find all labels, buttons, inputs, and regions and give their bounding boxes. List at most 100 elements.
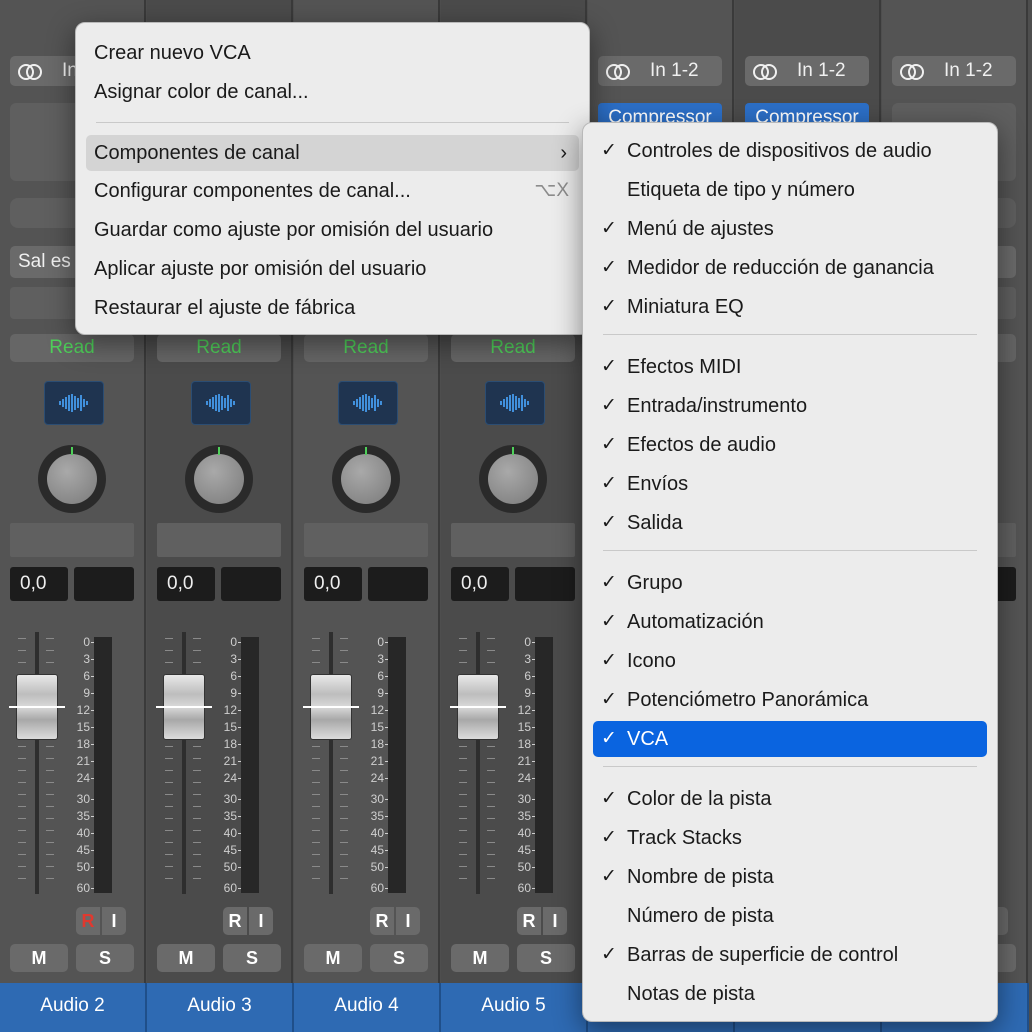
pan-knob[interactable] (479, 445, 547, 513)
waveform-icon[interactable] (191, 381, 251, 425)
automation-read-button[interactable]: Read (157, 334, 281, 362)
submenu-item[interactable]: ✓ Menú de ajustes (593, 211, 987, 247)
submenu-item[interactable]: ✓ Efectos MIDI (593, 349, 987, 385)
menu-item[interactable]: Asignar color de canal... (86, 74, 579, 110)
peak-readout[interactable] (221, 567, 281, 601)
pan-knob[interactable] (185, 445, 253, 513)
volume-readout[interactable]: 0,0 (304, 567, 362, 601)
track-name-label[interactable]: Audio 5 (441, 983, 588, 1032)
submenu-item[interactable]: ✓ Miniatura EQ (593, 289, 987, 325)
db-scale-mark: 35 (223, 809, 242, 823)
submenu-item[interactable]: ✓ Color de la pista (593, 781, 987, 817)
pan-knob[interactable] (38, 445, 106, 513)
mute-button[interactable]: M (10, 944, 68, 972)
automation-read-button[interactable]: Read (304, 334, 428, 362)
input-button[interactable]: In 1-2 (892, 56, 1016, 86)
submenu-item[interactable]: ✓ Nombre de pista (593, 859, 987, 895)
volume-readout[interactable]: 0,0 (451, 567, 509, 601)
checkmark-icon: ✓ (601, 218, 617, 239)
menu-item[interactable]: Aplicar ajuste por omisión del usuario (86, 251, 579, 287)
submenu-item[interactable]: ✓ Track Stacks (593, 820, 987, 856)
submenu-item[interactable]: ✓ Entrada/instrumento (593, 388, 987, 424)
record-enable-button[interactable]: R (76, 907, 100, 935)
input-button[interactable]: In 1-2 (598, 56, 722, 86)
menu-item[interactable]: Restaurar el ajuste de fábrica (86, 290, 579, 326)
volume-fader[interactable]: 0 3 6 9 12 15 18 21 24 30 35 40 45 50 60 (450, 632, 575, 900)
menu-item[interactable]: Componentes de canal › (86, 135, 579, 171)
fader-handle[interactable] (156, 674, 212, 740)
submenu-item[interactable]: ✓ Salida (593, 505, 987, 541)
vca-slot[interactable] (451, 523, 575, 557)
volume-fader[interactable]: 0 3 6 9 12 15 18 21 24 30 35 40 45 50 60 (156, 632, 281, 900)
fader-handle[interactable] (303, 674, 359, 740)
link-rings-icon (753, 63, 779, 80)
fader-handle[interactable] (9, 674, 65, 740)
submenu-item[interactable]: ✓ Potenciómetro Panorámica (593, 682, 987, 718)
submenu-item-label: Efectos de audio (627, 434, 776, 456)
automation-read-button[interactable]: Read (451, 334, 575, 362)
record-enable-button[interactable]: R (517, 907, 541, 935)
submenu-item[interactable]: ✓ VCA (593, 721, 987, 757)
vca-slot[interactable] (304, 523, 428, 557)
solo-button[interactable]: S (76, 944, 134, 972)
db-scale-mark: 30 (370, 792, 389, 806)
track-name-label[interactable]: Audio 3 (147, 983, 294, 1032)
input-monitor-button[interactable]: I (543, 907, 567, 935)
menu-item[interactable]: Crear nuevo VCA (86, 35, 579, 71)
record-enable-button[interactable]: R (370, 907, 394, 935)
waveform-icon[interactable] (485, 381, 545, 425)
menu-item[interactable]: Guardar como ajuste por omisión del usua… (86, 212, 579, 248)
input-label: In 1-2 (650, 60, 699, 81)
input-monitor-button[interactable]: I (249, 907, 273, 935)
submenu-item[interactable]: ✓ Medidor de reducción de ganancia (593, 250, 987, 286)
submenu-item[interactable]: ✓ Controles de dispositivos de audio (593, 133, 987, 169)
solo-button[interactable]: S (517, 944, 575, 972)
submenu-item[interactable]: Etiqueta de tipo y número (593, 172, 987, 208)
pan-knob[interactable] (332, 445, 400, 513)
volume-fader[interactable]: 0 3 6 9 12 15 18 21 24 30 35 40 45 50 60 (9, 632, 134, 900)
link-rings-icon (606, 63, 632, 80)
db-scale: 0 3 6 9 12 15 18 21 24 30 35 40 45 50 60 (62, 632, 95, 894)
fader-handle[interactable] (450, 674, 506, 740)
solo-button[interactable]: S (223, 944, 281, 972)
submenu-item[interactable]: Número de pista (593, 898, 987, 934)
peak-readout[interactable] (368, 567, 428, 601)
submenu-item[interactable]: Notas de pista (593, 976, 987, 1012)
checkmark-icon: ✓ (601, 866, 617, 887)
track-name-label[interactable]: Audio 2 (0, 983, 147, 1032)
mute-button[interactable]: M (304, 944, 362, 972)
submenu-item[interactable]: ✓ Grupo (593, 565, 987, 601)
submenu-item[interactable]: ✓ Automatización (593, 604, 987, 640)
track-name-label[interactable]: Audio 4 (294, 983, 441, 1032)
mute-button[interactable]: M (451, 944, 509, 972)
solo-button[interactable]: S (370, 944, 428, 972)
mute-button[interactable]: M (157, 944, 215, 972)
vca-slot[interactable] (157, 523, 281, 557)
db-scale-mark: 21 (370, 754, 389, 768)
channel-components-submenu: ✓ Controles de dispositivos de audio Etiqu… (582, 122, 998, 1022)
waveform-icon[interactable] (44, 381, 104, 425)
peak-readout[interactable] (74, 567, 134, 601)
submenu-item[interactable]: ✓ Icono (593, 643, 987, 679)
menu-item[interactable]: Configurar componentes de canal... ⌥X (86, 173, 579, 209)
db-scale-mark: 30 (517, 792, 536, 806)
input-monitor-button[interactable]: I (102, 907, 126, 935)
db-scale-mark: 0 (377, 635, 388, 649)
record-enable-button[interactable]: R (223, 907, 247, 935)
pan-knob-cap (488, 454, 538, 504)
peak-readout[interactable] (515, 567, 575, 601)
db-scale-mark: 45 (517, 843, 536, 857)
input-monitor-button[interactable]: I (396, 907, 420, 935)
volume-readout[interactable]: 0,0 (10, 567, 68, 601)
submenu-item[interactable]: ✓ Efectos de audio (593, 427, 987, 463)
submenu-item[interactable]: ✓ Barras de superficie de control (593, 937, 987, 973)
menu-item-label: Crear nuevo VCA (94, 42, 251, 64)
volume-fader[interactable]: 0 3 6 9 12 15 18 21 24 30 35 40 45 50 60 (303, 632, 428, 900)
vca-slot[interactable] (10, 523, 134, 557)
submenu-item[interactable]: ✓ Envíos (593, 466, 987, 502)
volume-readout[interactable]: 0,0 (157, 567, 215, 601)
automation-read-button[interactable]: Read (10, 334, 134, 362)
waveform-icon[interactable] (338, 381, 398, 425)
input-button[interactable]: In 1-2 (745, 56, 869, 86)
db-scale-mark: 30 (76, 792, 95, 806)
